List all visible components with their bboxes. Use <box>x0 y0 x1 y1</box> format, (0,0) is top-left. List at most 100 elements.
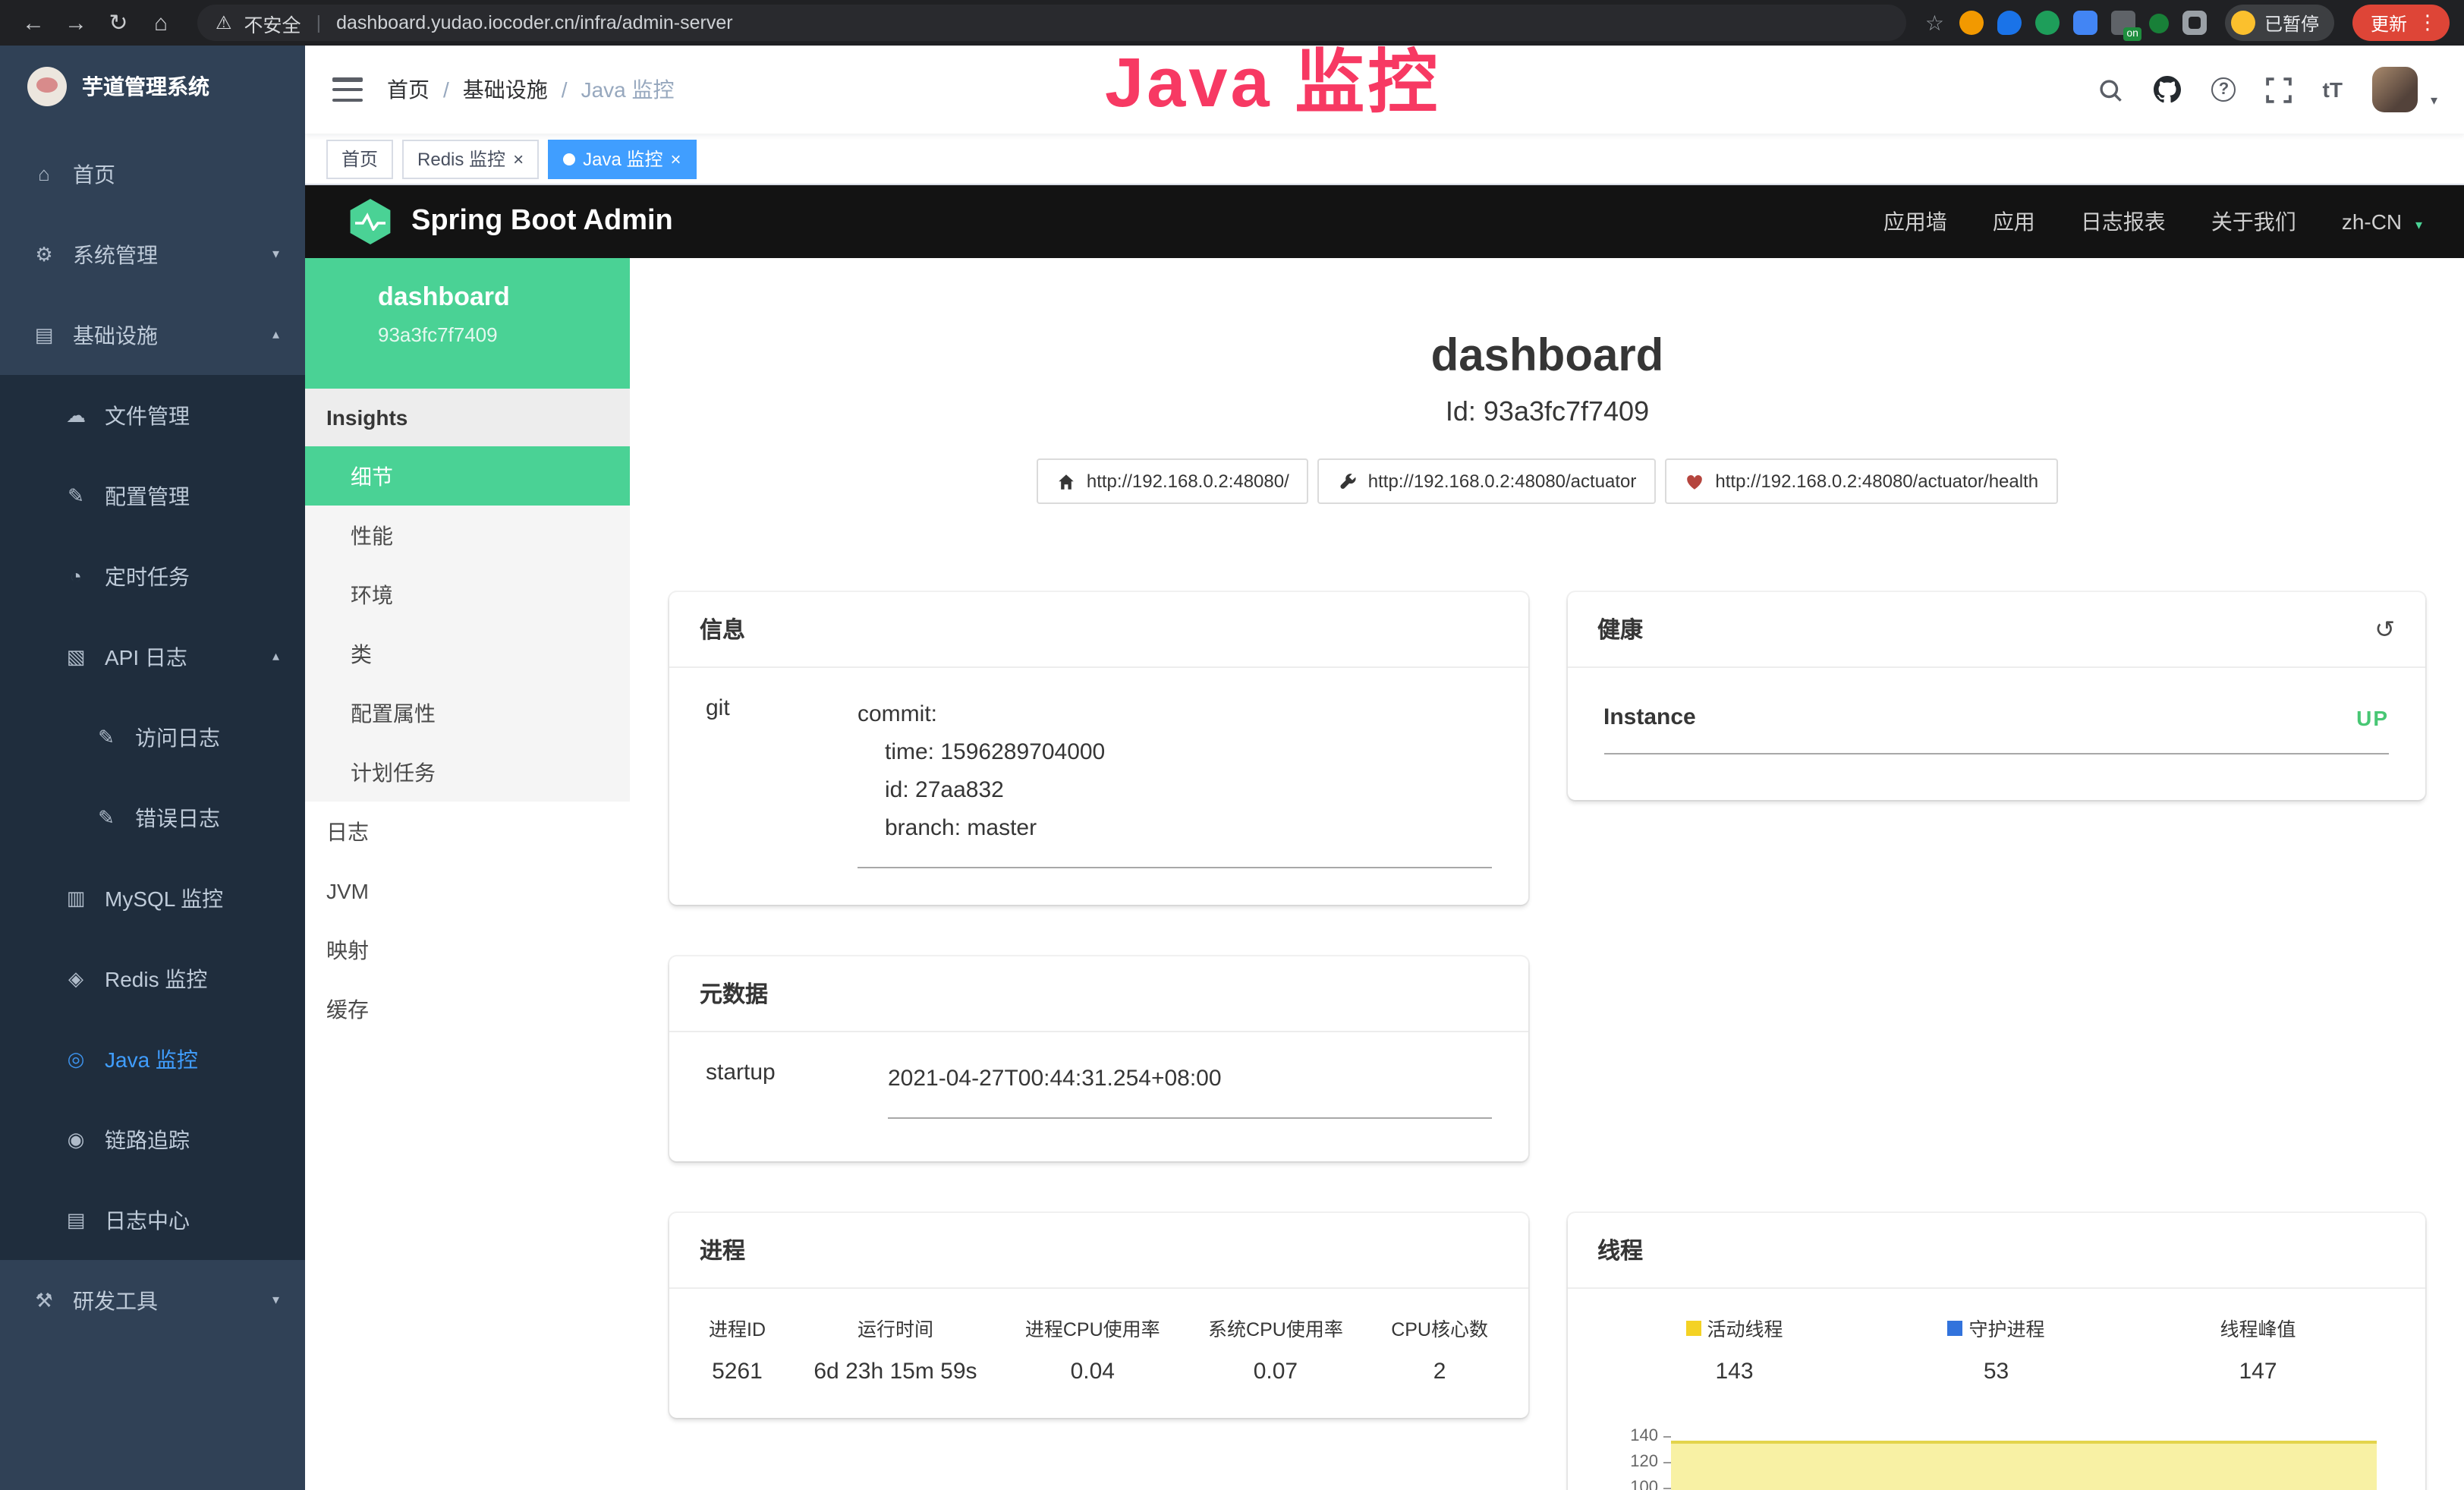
profile-chip[interactable]: 已暂停 <box>2225 5 2334 41</box>
sidebar-item-config-mgmt[interactable]: ✎ 配置管理 <box>0 455 305 536</box>
close-icon[interactable]: × <box>670 150 681 168</box>
back-icon[interactable]: ← <box>15 5 52 41</box>
sidebar-item-access-logs[interactable]: ✎ 访问日志 <box>0 697 305 777</box>
extension-icon[interactable] <box>1959 11 1984 35</box>
locale-select[interactable]: zh-CN ▾ <box>2342 209 2422 234</box>
sba-nav-about[interactable]: 关于我们 <box>2211 206 2296 237</box>
close-icon[interactable]: × <box>513 150 524 168</box>
home-icon <box>1056 471 1076 491</box>
app-logo-image <box>27 67 67 106</box>
app-navbar: 首页 / 基础设施 / Java 监控 ? tT ▾ <box>305 46 2464 134</box>
main-area: 首页 / 基础设施 / Java 监控 ? tT ▾ <box>305 46 2464 1490</box>
tab-java-monitor[interactable]: Java 监控 × <box>548 139 696 178</box>
sidebar-item-label: 研发工具 <box>73 1285 158 1315</box>
sba-brand[interactable]: Spring Boot Admin <box>411 205 673 238</box>
sba-menu-jvm[interactable]: JVM <box>305 861 630 920</box>
app-logo[interactable]: 芋道管理系统 <box>0 46 305 128</box>
history-icon[interactable]: ↺ <box>2374 614 2395 644</box>
chevron-up-icon: ▴ <box>272 326 279 343</box>
security-label[interactable]: 不安全 <box>244 8 301 37</box>
spring-boot-admin: Spring Boot Admin 应用墙 应用 日志报表 关于我们 zh-CN… <box>305 185 2464 1490</box>
breadcrumb-separator: / <box>562 77 568 102</box>
forward-icon[interactable]: → <box>58 5 94 41</box>
github-icon[interactable] <box>2154 76 2182 103</box>
reload-icon[interactable]: ↻ <box>100 5 137 41</box>
sidebar-item-mysql-monitor[interactable]: ▥ MySQL 监控 <box>0 858 305 938</box>
extension-icon[interactable] <box>2035 11 2060 35</box>
extension-icon[interactable] <box>2149 13 2169 33</box>
health-url-link[interactable]: http://192.168.0.2:48080/actuator/health <box>1665 458 2058 504</box>
chart-y-axis: 140 120 100 <box>1603 1436 1670 1490</box>
tab-home[interactable]: 首页 <box>326 139 393 178</box>
chevron-down-icon: ▾ <box>272 246 279 263</box>
sba-sidebar: dashboard 93a3fc7f7409 Insights 细节 性能 环境… <box>305 258 630 1490</box>
sidebar-item-error-logs[interactable]: ✎ 错误日志 <box>0 777 305 858</box>
java-icon: ◎ <box>64 1047 88 1071</box>
sba-root-menu: 日志 JVM 映射 缓存 <box>305 802 630 1038</box>
chevron-up-icon: ▴ <box>272 648 279 665</box>
sidebar-item-scheduled-jobs[interactable]: ◔ 定时任务 <box>0 536 305 616</box>
sba-menu-scheduled-tasks[interactable]: 计划任务 <box>305 742 630 802</box>
cloud-icon: ☁ <box>64 403 88 427</box>
update-label: 更新 <box>2371 10 2407 36</box>
sidebar-item-dev-tools[interactable]: ⚒ 研发工具 ▾ <box>0 1260 305 1340</box>
divider: | <box>316 12 322 33</box>
sba-nav-wallboard[interactable]: 应用墙 <box>1883 206 1947 237</box>
extension-icon[interactable] <box>2073 11 2097 35</box>
sba-menu-mappings[interactable]: 映射 <box>305 920 630 979</box>
update-button[interactable]: 更新 ⋮ <box>2352 5 2450 41</box>
sba-menu-details[interactable]: 细节 <box>305 446 630 506</box>
address-bar[interactable]: ⚠ 不安全 | dashboard.yudao.iocoder.cn/infra… <box>197 5 1907 41</box>
fullscreen-icon[interactable] <box>2267 77 2292 102</box>
extension-icon[interactable]: on <box>2111 11 2135 35</box>
font-size-icon[interactable]: tT <box>2323 77 2343 102</box>
sidebar-item-tracing[interactable]: ◉ 链路追踪 <box>0 1099 305 1180</box>
sidebar-item-file-mgmt[interactable]: ☁ 文件管理 <box>0 375 305 455</box>
sidebar-item-log-center[interactable]: ▤ 日志中心 <box>0 1180 305 1260</box>
home-icon[interactable]: ⌂ <box>143 5 179 41</box>
sba-nav-applications[interactable]: 应用 <box>1993 206 2035 237</box>
sba-menu-metrics[interactable]: 性能 <box>305 506 630 565</box>
puzzle-icon[interactable] <box>2182 11 2207 35</box>
breadcrumb-infrastructure[interactable]: 基础设施 <box>463 74 548 105</box>
sidebar-item-infrastructure[interactable]: ▤ 基础设施 ▴ <box>0 295 305 375</box>
sidebar-item-home[interactable]: ⌂ 首页 <box>0 134 305 214</box>
sba-menu-logs[interactable]: 日志 <box>305 802 630 861</box>
sba-menu-environment[interactable]: 环境 <box>305 565 630 624</box>
instance-links: http://192.168.0.2:48080/ http://192.168… <box>630 458 2464 504</box>
sidebar-item-java-monitor[interactable]: ◎ Java 监控 <box>0 1019 305 1099</box>
hamburger-icon[interactable] <box>332 77 363 102</box>
legend-label: 守护进程 <box>1968 1313 2044 1342</box>
extension-icon[interactable] <box>1997 11 2022 35</box>
locale-value: zh-CN <box>2342 209 2402 234</box>
bookmark-star-icon[interactable]: ☆ <box>1925 10 1944 36</box>
sba-nav-journal[interactable]: 日志报表 <box>2081 206 2166 237</box>
menu-dots-icon[interactable]: ⋮ <box>2418 11 2437 35</box>
search-icon[interactable] <box>2098 77 2124 102</box>
breadcrumb-home[interactable]: 首页 <box>387 74 430 105</box>
link-text: http://192.168.0.2:48080/actuator/health <box>1715 471 2038 492</box>
help-icon[interactable]: ? <box>2212 77 2236 102</box>
sba-menu-caches[interactable]: 缓存 <box>305 979 630 1038</box>
screen: ← → ↻ ⌂ ⚠ 不安全 | dashboard.yudao.iocoder.… <box>0 0 2464 1490</box>
sba-menu-classes[interactable]: 类 <box>305 624 630 683</box>
warning-icon: ⚠ <box>216 12 232 33</box>
legend-color-swatch <box>1685 1320 1701 1335</box>
user-avatar[interactable] <box>2373 67 2418 112</box>
avatar-caret-icon[interactable]: ▾ <box>2431 92 2437 109</box>
sba-menu-config-props[interactable]: 配置属性 <box>305 683 630 742</box>
sba-logo-icon[interactable] <box>348 199 393 244</box>
tabs-bar: 首页 Redis 监控 × Java 监控 × <box>305 134 2464 185</box>
process-metrics: 进程ID 5261 运行时间 6d 23h 15m 59s 进程CPU使用率 <box>706 1313 1491 1384</box>
metric-value: 2 <box>1391 1359 1488 1384</box>
legend-label: 线程峰值 <box>2220 1313 2296 1342</box>
sidebar-item-redis-monitor[interactable]: ◈ Redis 监控 <box>0 938 305 1019</box>
sidebar-item-system-mgmt[interactable]: ⚙ 系统管理 ▾ <box>0 214 305 295</box>
legend-color-swatch <box>1947 1320 1962 1335</box>
actuator-url-link[interactable]: http://192.168.0.2:48080/actuator <box>1318 458 1657 504</box>
service-url-link[interactable]: http://192.168.0.2:48080/ <box>1037 458 1309 504</box>
tab-redis-monitor[interactable]: Redis 监控 × <box>402 139 539 178</box>
sidebar-item-api-logs[interactable]: ▧ API 日志 ▴ <box>0 616 305 697</box>
cards-grid: 信息 git commit: time: 1596289704000 id: 2… <box>630 592 2464 1490</box>
url-text[interactable]: dashboard.yudao.iocoder.cn/infra/admin-s… <box>336 12 733 33</box>
